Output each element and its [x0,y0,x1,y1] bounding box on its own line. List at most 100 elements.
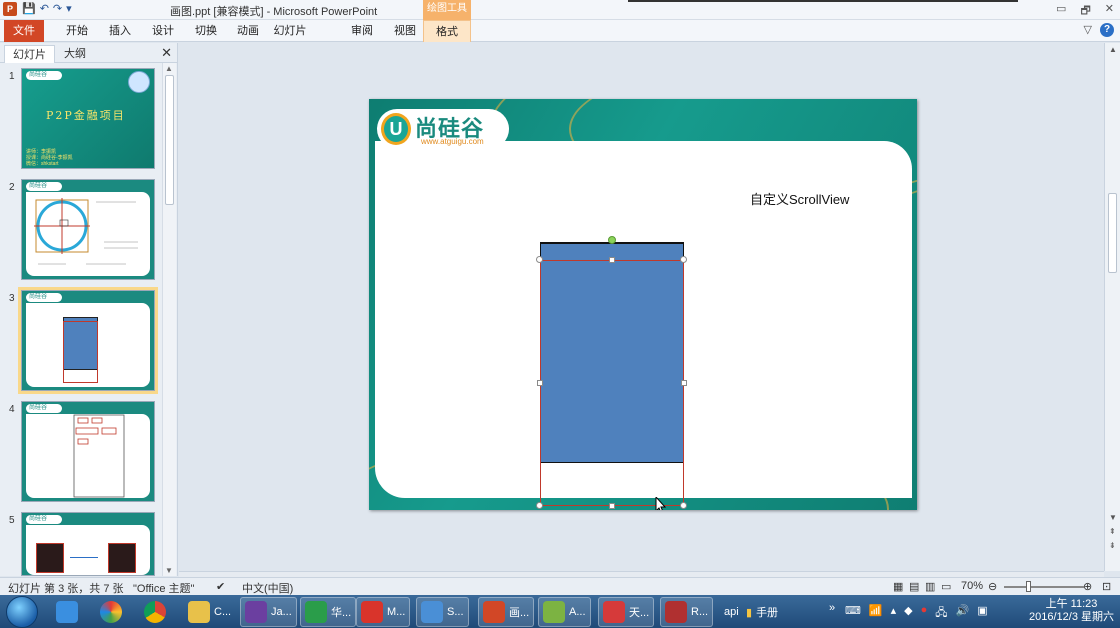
api-label[interactable]: api [720,597,743,627]
previous-slide-icon[interactable]: ⇞ [1109,527,1116,536]
powerpoint-app-icon[interactable]: P [3,2,17,16]
undo-icon[interactable]: ↶ [40,2,49,17]
tab-1[interactable]: 文件 [4,20,44,42]
zoom-out-icon[interactable]: ⊖ [988,580,997,593]
taskbar-window-button[interactable]: A... [538,597,591,627]
thumbnails-scrollbar[interactable]: ▲ ▼ [162,63,176,576]
save-icon[interactable]: 💾 [22,2,36,17]
scroll-down-icon[interactable]: ▼ [165,566,173,575]
help-icon[interactable]: ? [1100,23,1114,37]
customize-qat-icon[interactable]: ▾ [66,2,72,17]
taskbar-window-label: A... [569,606,586,618]
network-icon[interactable]: 🖧 [935,604,947,623]
slide-thumbnail-2[interactable]: 尚硅谷 [21,179,155,280]
close-button[interactable]: ✕ [1105,2,1114,21]
next-slide-icon[interactable]: ⇟ [1109,541,1116,550]
wifi-icon[interactable]: 📶 [869,604,883,623]
fit-to-window-icon[interactable]: ⊡ [1102,580,1111,593]
thumb-title: P2P金融项目 [46,109,126,122]
scroll-up-icon[interactable]: ▲ [1109,45,1117,54]
resize-handle-r[interactable] [681,380,687,386]
tab-6[interactable]: 动画 [229,20,267,42]
slide-heading[interactable]: 自定义ScrollView [750,189,849,208]
taskbar-window-button[interactable]: Ja... [240,597,297,627]
volume-icon[interactable]: 🔊 [956,604,970,623]
zoom-in-icon[interactable]: ⊕ [1083,580,1092,593]
zoom-slider[interactable] [1004,586,1084,588]
normal-view-icon[interactable]: ▦ [893,580,903,593]
selected-shape-outline[interactable] [540,260,684,506]
scroll-down-icon[interactable]: ▼ [1109,513,1117,522]
slide-content-area[interactable]: 自定义ScrollView [375,141,912,510]
taskbar-window-button[interactable]: 天... [598,597,655,627]
taskbar-window-button[interactable]: M... [356,597,411,627]
tray-expand-icon[interactable]: ▴ [891,604,897,623]
resize-handle-t[interactable] [609,257,615,263]
theme-status[interactable]: "Office 主题" [133,580,194,596]
tab-2[interactable]: 开始 [58,20,96,42]
resize-handle-l[interactable] [537,380,543,386]
resize-handle-tr[interactable] [680,256,687,263]
slide-count-status: 幻灯片 第 3 张，共 7 张 [8,583,124,595]
rotation-handle[interactable] [608,236,616,244]
scrollbar-thumb[interactable] [1108,193,1117,273]
taskbar-window-button[interactable]: 画... [478,597,535,627]
keyboard-icon[interactable]: ⌨ [845,604,861,623]
resize-handle-tl[interactable] [536,256,543,263]
tab-8[interactable]: 审阅 [343,20,381,42]
spellcheck-icon[interactable]: ✔ [216,580,225,593]
tab-5[interactable]: 切换 [187,20,225,42]
redo-icon[interactable]: ↷ [53,2,62,17]
slideshow-view-icon[interactable]: ▭ [941,580,951,593]
minimize-button[interactable]: ▭ [1056,2,1066,21]
slide-number: 5 [9,515,15,526]
slide-thumbnail-1[interactable]: 尚硅谷 P2P金融项目 讲师：李振凯 授课：尚硅谷-李振凯 微信：shkstar… [21,68,155,169]
start-button[interactable] [6,596,38,628]
zoom-level[interactable]: 70% [961,580,983,592]
arrow-line [70,557,98,558]
quick-access-toolbar: 💾 ↶ ↷ ▾ [22,2,72,17]
qq-pinyin-icon[interactable] [52,597,82,627]
tab-3[interactable]: 插入 [101,20,139,42]
close-pane-icon[interactable]: ✕ [161,45,172,61]
tab-9[interactable]: 视图 [386,20,424,42]
zoom-slider-knob[interactable] [1026,581,1031,592]
restore-button[interactable]: 🗗 [1080,2,1090,21]
tab-7[interactable]: 幻灯片放映 [271,20,309,59]
tab-10[interactable]: 格式 [423,20,471,42]
clock[interactable]: 上午 11:23 2016/12/3 星期六 [1029,598,1114,624]
overflow-chevron-icon[interactable]: » [825,593,839,623]
taskbar-window-button[interactable]: R... [660,597,714,627]
tab-outline[interactable]: 大纲 [56,45,94,63]
tab-slides[interactable]: 幻灯片 [4,45,55,63]
reading-view-icon[interactable]: ▥ [925,580,935,593]
app-tray-icon[interactable]: ◆ [904,604,912,623]
app-icon [543,601,565,623]
chrome-icon[interactable] [140,597,170,627]
slide-thumbnail-4[interactable]: 尚硅谷 [21,401,155,502]
sorter-view-icon[interactable]: ▤ [909,580,919,593]
taskbar-window-button[interactable]: C... [184,597,235,627]
slide-thumbnail-5[interactable]: 尚硅谷 [21,512,155,576]
tab-4[interactable]: 设计 [144,20,182,42]
chevron-down-icon[interactable]: ▽ [1084,23,1092,37]
resize-handle-bl[interactable] [536,502,543,509]
manual-folder[interactable]: ▮ 手册 [742,597,782,627]
resize-handle-b[interactable] [609,503,615,509]
taskbar-window-button[interactable]: 华... [300,597,357,627]
scroll-up-icon[interactable]: ▲ [165,64,173,73]
clock-date: 2016/12/3 星期六 [1029,611,1114,623]
logo-mini: 尚硅谷 [26,515,62,524]
taskbar-window-label: C... [214,606,232,618]
scrollbar-thumb[interactable] [165,75,174,205]
atguigu-logo: U 尚硅谷 www.atguigu.com [377,109,509,149]
language-status[interactable]: 中文(中国) [242,580,293,596]
manual-folder-label: 手册 [756,607,779,619]
slide-thumbnail-3[interactable]: 尚硅谷 [18,287,158,394]
taskbar-window-button[interactable]: S... [416,597,469,627]
resize-handle-br[interactable] [680,502,687,509]
editor-vertical-scrollbar[interactable]: ▲ ▼ ⇞ ⇟ [1104,43,1120,571]
record-icon[interactable]: ● [921,604,928,623]
picasa-icon[interactable] [96,597,126,627]
action-center-icon[interactable]: ▣ [977,604,987,623]
